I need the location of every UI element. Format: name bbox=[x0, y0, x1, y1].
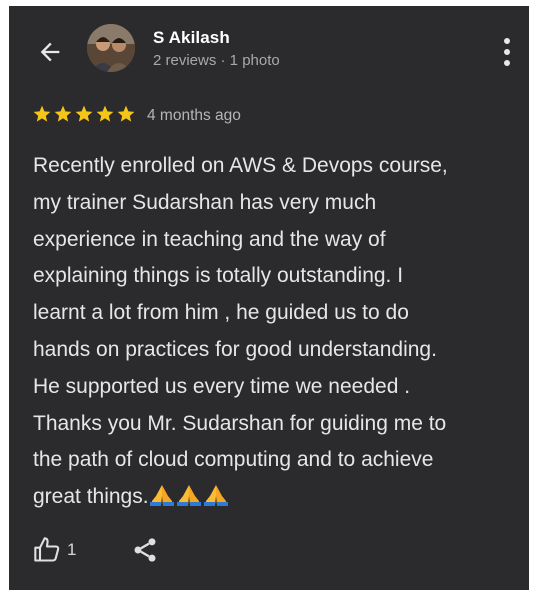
reviewer-name[interactable]: S Akilash bbox=[153, 28, 230, 48]
star-icon bbox=[54, 105, 72, 122]
star-icon bbox=[75, 105, 93, 122]
star-icon bbox=[33, 105, 51, 122]
folded-hands-icon bbox=[203, 485, 228, 507]
like-button[interactable]: 1 bbox=[33, 536, 76, 564]
thumbs-up-icon bbox=[34, 537, 60, 562]
reviewer-meta: 2 reviews · 1 photo bbox=[153, 52, 280, 69]
avatar[interactable] bbox=[87, 24, 135, 72]
share-button[interactable] bbox=[131, 536, 159, 564]
folded-hands-icon bbox=[176, 485, 201, 507]
share-icon bbox=[134, 538, 156, 562]
star-icon bbox=[117, 105, 135, 122]
like-count: 1 bbox=[67, 540, 77, 559]
folded-hands-icon bbox=[149, 485, 174, 507]
profile-photo bbox=[87, 24, 135, 72]
review-card: S Akilash 2 reviews · 1 photo 4 months a… bbox=[9, 6, 529, 590]
emoji-row bbox=[149, 482, 229, 507]
star-icon bbox=[96, 105, 114, 122]
star-rating bbox=[32, 104, 136, 124]
arrow-left-icon bbox=[40, 42, 60, 62]
more-options-button[interactable] bbox=[497, 34, 517, 70]
back-button[interactable] bbox=[36, 38, 64, 66]
review-text: Recently enrolled on AWS & Devops course… bbox=[33, 148, 533, 516]
review-body-text: Recently enrolled on AWS & Devops course… bbox=[33, 154, 448, 509]
more-vertical-icon bbox=[504, 38, 510, 66]
posted-time: 4 months ago bbox=[147, 107, 241, 124]
